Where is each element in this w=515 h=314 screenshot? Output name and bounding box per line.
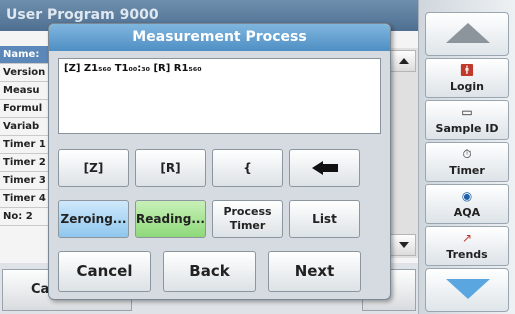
list-item[interactable]: Timer 1 xyxy=(0,136,50,154)
aqa-icon: ◉ xyxy=(461,189,473,203)
list-item[interactable]: Formul xyxy=(0,100,50,118)
list-item[interactable]: Timer 4 xyxy=(0,190,50,208)
trend-chart-icon: ↗ xyxy=(461,231,473,245)
aqa-label: AQA xyxy=(453,206,481,219)
process-timer-button[interactable]: Process Timer xyxy=(212,200,283,238)
login-label: Login xyxy=(449,80,485,93)
right-sidebar: 🚹︎ Login ▭ Sample ID ⏱ Timer ◉ AQA ↗ Tre… xyxy=(418,0,515,314)
list-item[interactable]: Variab xyxy=(0,118,50,136)
process-timer-label-line1: Process xyxy=(223,205,272,218)
list-item[interactable]: Version xyxy=(0,64,50,82)
process-timer-label-line2: Timer xyxy=(229,219,266,232)
backspace-key[interactable] xyxy=(289,149,360,187)
scroll-down-nav-button[interactable] xyxy=(425,268,509,312)
list-item[interactable]: No: 2 xyxy=(0,208,50,226)
open-brace-key[interactable]: { xyxy=(212,149,283,187)
scroll-up-nav-button[interactable] xyxy=(425,12,509,56)
list-scrollbar[interactable] xyxy=(387,48,418,258)
insert-zero-key[interactable]: [Z] xyxy=(58,149,129,187)
measurement-process-dialog: Measurement Process [Z] Z1₅₆₀ T1₀₀:₃₀ [R… xyxy=(48,23,391,300)
insert-reading-key[interactable]: [R] xyxy=(135,149,206,187)
triangle-up-icon xyxy=(446,23,490,43)
arrow-down-icon xyxy=(399,242,409,248)
scroll-down-button[interactable] xyxy=(390,234,416,256)
trends-label: Trends xyxy=(446,248,488,261)
arrow-up-icon xyxy=(399,58,409,64)
list-item[interactable]: Timer 2 xyxy=(0,154,50,172)
sample-vial-icon: ▭ xyxy=(461,105,473,119)
timer-button[interactable]: ⏱ Timer xyxy=(425,142,509,182)
timer-label: Timer xyxy=(449,164,485,177)
triangle-down-icon xyxy=(446,279,490,299)
reading-button[interactable]: Reading... xyxy=(135,200,206,238)
sample-id-button[interactable]: ▭ Sample ID xyxy=(425,100,509,140)
clock-icon: ⏱ xyxy=(462,147,472,161)
cancel-button[interactable]: Cancel xyxy=(58,251,151,292)
backspace-arrow-icon xyxy=(311,161,338,175)
list-item[interactable]: Name: xyxy=(0,46,50,64)
list-item[interactable]: Measu xyxy=(0,82,50,100)
person-icon: 🚹︎ xyxy=(459,63,475,77)
zeroing-button[interactable]: Zeroing... xyxy=(58,200,129,238)
aqa-button[interactable]: ◉ AQA xyxy=(425,184,509,224)
trends-button[interactable]: ↗ Trends xyxy=(425,226,509,266)
dialog-title: Measurement Process xyxy=(49,24,390,51)
list-item[interactable]: Timer 3 xyxy=(0,172,50,190)
process-text-field[interactable]: [Z] Z1₅₆₀ T1₀₀:₃₀ [R] R1₅₆₀ xyxy=(58,58,381,134)
scroll-up-button[interactable] xyxy=(390,50,416,72)
sample-id-label: Sample ID xyxy=(435,122,499,135)
login-button[interactable]: 🚹︎ Login xyxy=(425,58,509,98)
back-button[interactable]: Back xyxy=(163,251,256,292)
list-button[interactable]: List xyxy=(289,200,360,238)
next-button[interactable]: Next xyxy=(268,251,361,292)
